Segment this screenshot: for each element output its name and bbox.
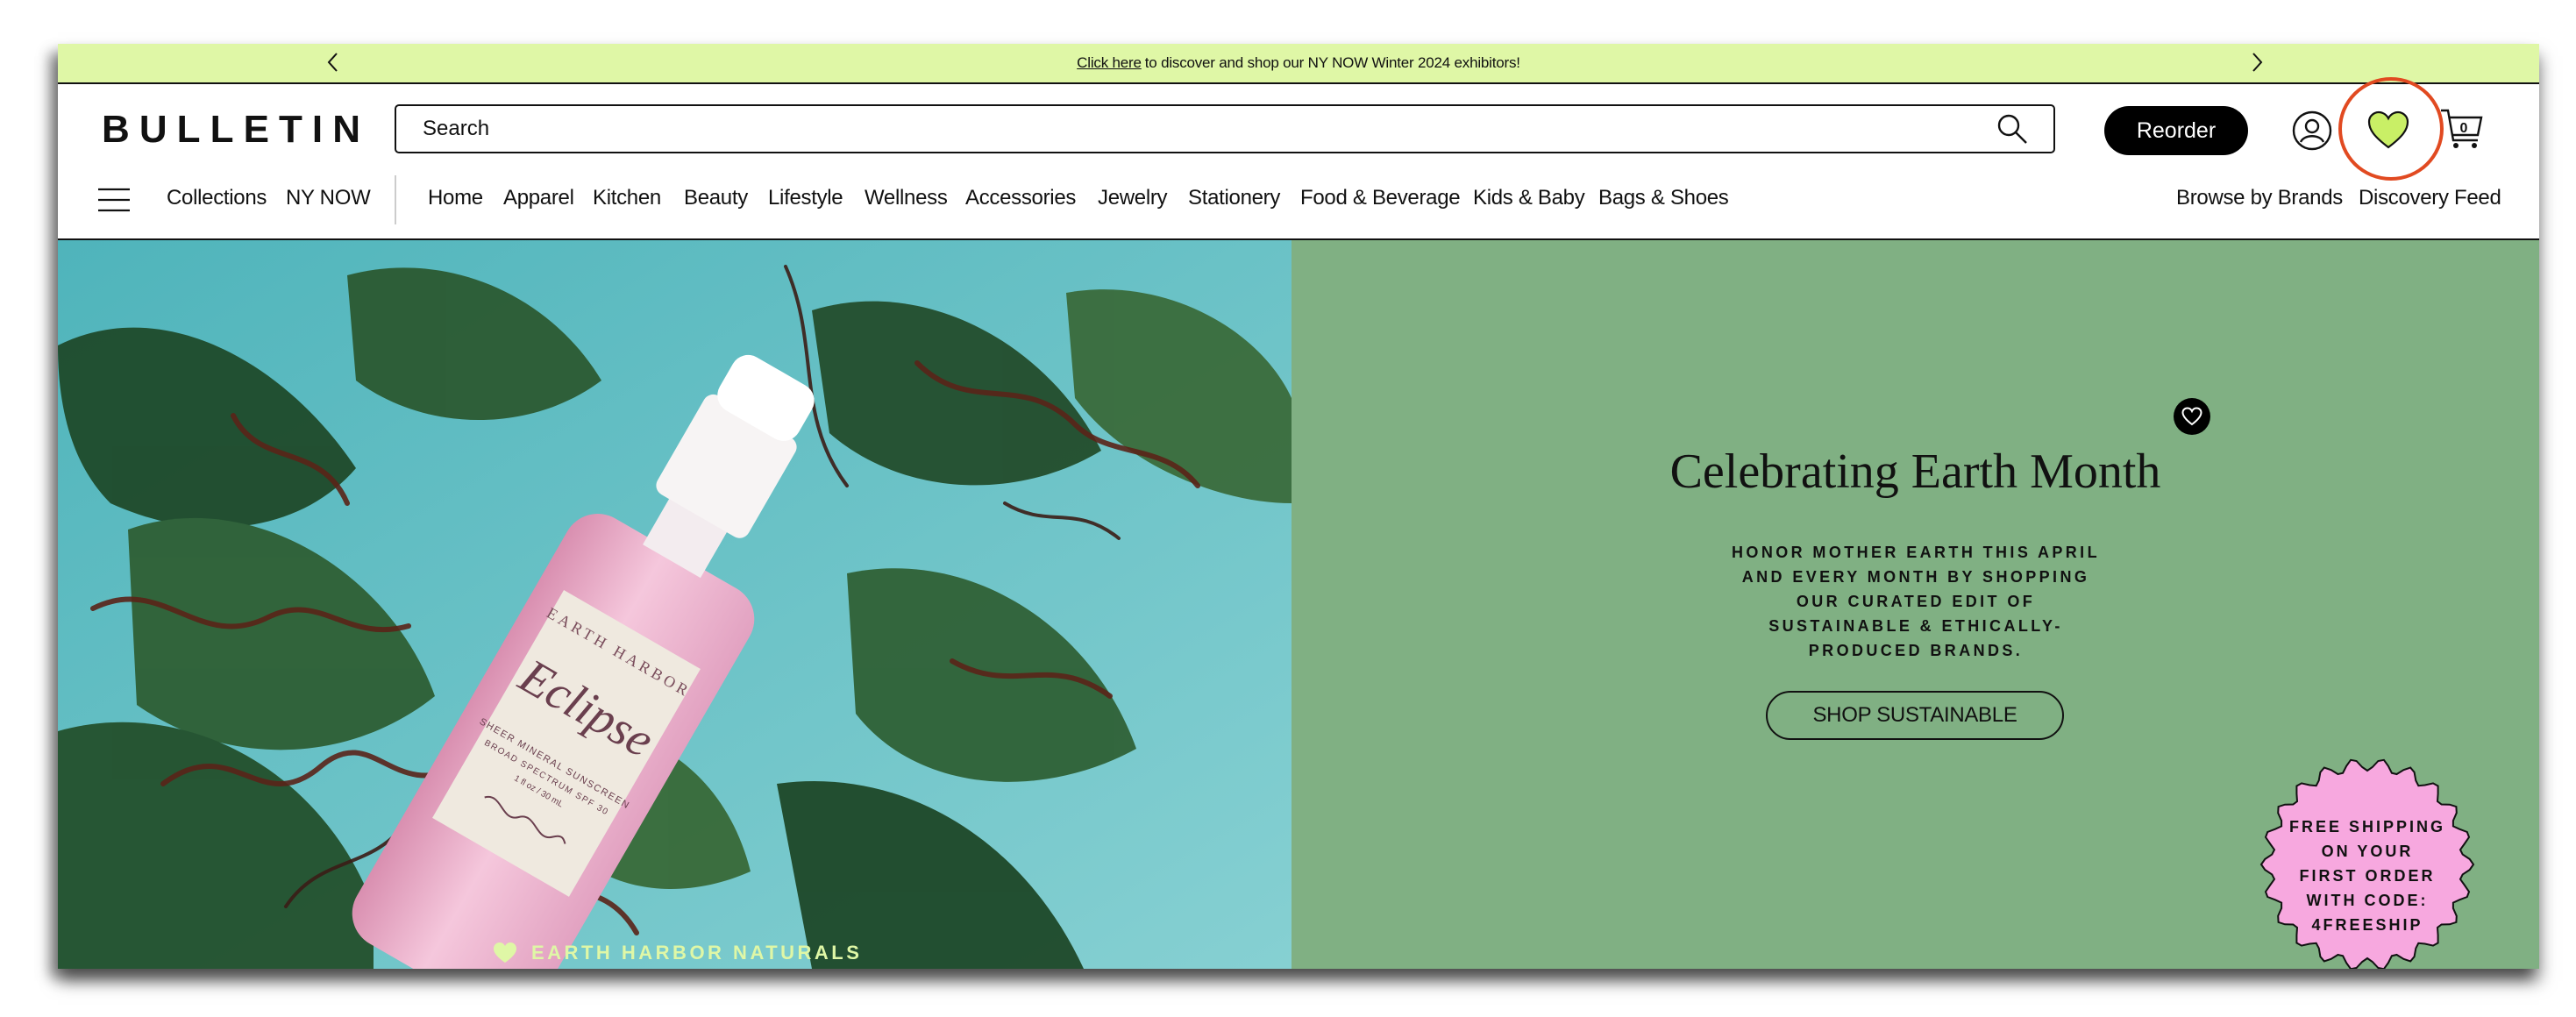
save-favorite-button[interactable] (2174, 398, 2210, 435)
nav-collections[interactable]: Collections (167, 186, 267, 210)
heart-icon (494, 942, 516, 963)
badge-line: FREE SHIPPING (2288, 818, 2446, 836)
nav-kids-baby[interactable]: Kids & Baby (1473, 186, 1585, 210)
shop-sustainable-button[interactable]: SHOP SUSTAINABLE (1766, 691, 2064, 740)
free-shipping-text: FREE SHIPPING ON YOUR FIRST ORDER WITH C… (2259, 814, 2475, 937)
nav-lifestyle[interactable]: Lifestyle (768, 186, 843, 210)
announcement-bar: Click here to discover and shop our NY N… (58, 44, 2539, 84)
reorder-button[interactable]: Reorder (2104, 106, 2248, 155)
nav-divider (395, 175, 396, 224)
nav-apparel[interactable]: Apparel (503, 186, 574, 210)
logo-text: BULLETIN (102, 109, 361, 147)
search-icon[interactable] (1996, 112, 2029, 146)
brand-tag[interactable]: EARTH HARBOR NATURALS (493, 942, 862, 964)
chevron-left-icon[interactable] (323, 51, 345, 74)
badge-line: ON YOUR (2321, 843, 2414, 860)
nav-jewelry[interactable]: Jewelry (1098, 186, 1168, 210)
badge-line: FIRST ORDER (2299, 867, 2436, 885)
bulletin-logo[interactable]: BULLETIN (102, 109, 365, 147)
nav-beauty[interactable]: Beauty (684, 186, 748, 210)
nav-discovery-feed[interactable]: Discovery Feed (2359, 186, 2501, 210)
hero-panel: Celebrating Earth Month HONOR MOTHER EAR… (1292, 240, 2539, 969)
hero-image[interactable]: EARTH HARBOR Eclipse SHEER MINERAL SUNSC… (58, 240, 1292, 969)
wishlist-heart-icon[interactable] (2366, 109, 2411, 153)
nav-kitchen[interactable]: Kitchen (593, 186, 661, 210)
search-input[interactable] (421, 116, 1996, 142)
hero-subtitle: HONOR MOTHER EARTH THIS APRIL AND EVERY … (1732, 544, 2100, 659)
cart-count: 0 (2459, 121, 2468, 136)
nav-browse-by-brands[interactable]: Browse by Brands (2176, 186, 2343, 210)
nav-bags-shoes[interactable]: Bags & Shoes (1598, 186, 1729, 210)
nav-ny-now[interactable]: NY NOW (286, 186, 371, 210)
product-photo: EARTH HARBOR Eclipse SHEER MINERAL SUNSC… (58, 240, 1292, 969)
badge-line: WITH CODE: (2306, 892, 2429, 909)
promo-message: to discover and shop our NY NOW Winter 2… (1144, 54, 1520, 71)
nav-food-beverage[interactable]: Food & Beverage (1300, 186, 1461, 210)
promo-link[interactable]: Click here (1077, 54, 1142, 72)
badge-line: 4FREESHIP (2311, 916, 2423, 934)
search-bar (395, 104, 2055, 153)
nav-wellness[interactable]: Wellness (865, 186, 948, 210)
hamburger-menu-icon[interactable] (96, 186, 132, 214)
brand-tag-label: EARTH HARBOR NATURALS (531, 942, 863, 964)
nav-home[interactable]: Home (428, 186, 483, 210)
account-icon[interactable] (2292, 110, 2332, 151)
browser-viewport: Click here to discover and shop our NY N… (58, 44, 2539, 969)
hero-title: Celebrating Earth Month (1669, 444, 2161, 499)
nav-stationery[interactable]: Stationery (1188, 186, 1280, 210)
nav-accessories[interactable]: Accessories (965, 186, 1076, 210)
chevron-right-icon[interactable] (2245, 51, 2267, 74)
heart-outline-icon (2181, 407, 2202, 426)
